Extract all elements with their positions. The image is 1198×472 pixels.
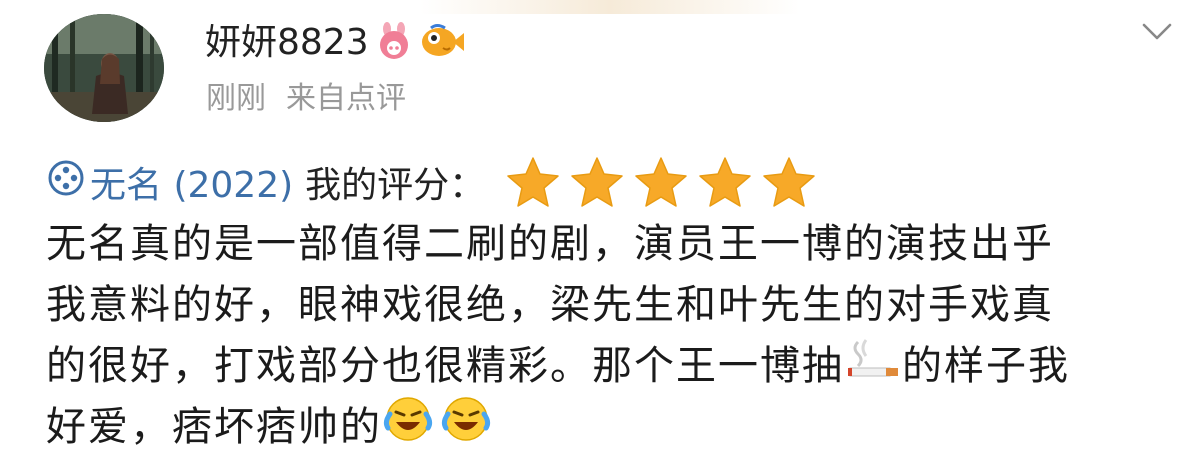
- movie-reel-icon: [46, 158, 86, 207]
- comment-card: 妍妍8823 刚刚 来自点评 无名 (2022) 我的评分： 无名真的是一部值得…: [0, 0, 1198, 472]
- top-decoration: [420, 0, 800, 14]
- post-time: 刚刚: [206, 81, 266, 116]
- avatar-photo: [44, 14, 164, 122]
- rating-stars: [505, 155, 817, 209]
- comment-line: 好爱，痞坏痞帅的: [46, 396, 1166, 458]
- star-icon: [571, 157, 623, 207]
- comment-text: 好爱，痞坏痞帅的: [46, 404, 382, 450]
- comment-line: 我意料的好，眼神戏很绝，梁先生和叶先生的对手戏真: [46, 275, 1166, 336]
- meta-row: 刚刚 来自点评: [206, 78, 406, 120]
- laugh-cry-emoji-icon: [382, 394, 434, 462]
- comment-line: 无名真的是一部值得二刷的剧，演员王一博的演技出乎: [46, 214, 1166, 275]
- laugh-cry-emoji-icon: [440, 394, 492, 462]
- star-icon: [507, 157, 559, 207]
- comment-line: 的很好，打戏部分也很精彩。那个王一博抽 的样子我: [46, 336, 1166, 397]
- username-row: 妍妍8823: [205, 18, 465, 68]
- fish-badge-icon: [419, 22, 465, 64]
- chevron-down-icon[interactable]: [1140, 14, 1174, 48]
- cigarette-emoji-icon: [844, 336, 902, 398]
- comment-text: 我意料的好，眼神戏很绝，梁先生和叶先生的对手戏真: [46, 282, 1054, 328]
- comment-text: 的很好，打戏部分也很精彩。那个王一博抽: [46, 343, 844, 389]
- comment-body: 无名真的是一部值得二刷的剧，演员王一博的演技出乎 我意料的好，眼神戏很绝，梁先生…: [46, 214, 1166, 458]
- rating-line: 无名 (2022) 我的评分：: [46, 154, 817, 210]
- avatar[interactable]: [44, 14, 164, 122]
- movie-link[interactable]: 无名 (2022): [46, 156, 293, 208]
- pink-badge-icon: [375, 21, 413, 65]
- username[interactable]: 妍妍8823: [205, 18, 369, 68]
- comment-text: 的样子我: [902, 343, 1070, 389]
- movie-title: 无名 (2022): [90, 165, 294, 206]
- star-icon: [699, 157, 751, 207]
- star-icon: [635, 157, 687, 207]
- rating-label: 我的评分：: [305, 165, 486, 206]
- star-icon: [763, 157, 815, 207]
- comment-text: 无名真的是一部值得二刷的剧，演员王一博的演技出乎: [46, 221, 1054, 267]
- post-source: 来自点评: [286, 81, 406, 116]
